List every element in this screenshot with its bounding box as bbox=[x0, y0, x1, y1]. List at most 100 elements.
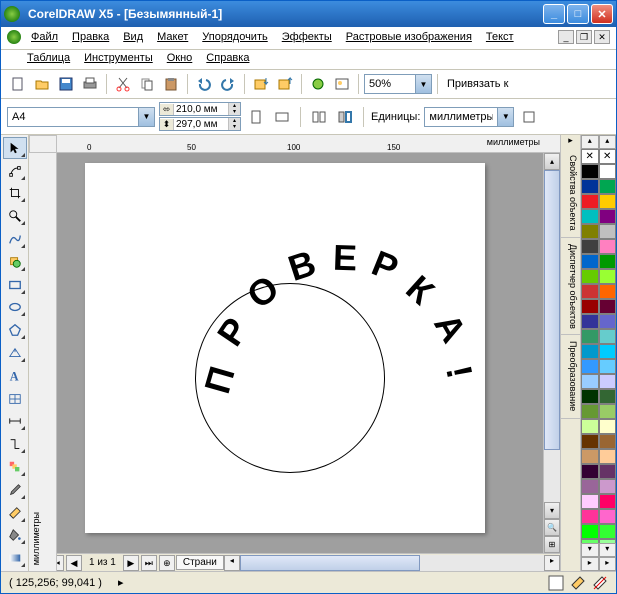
scroll-down-button[interactable]: ▾ bbox=[544, 502, 560, 519]
menu-window[interactable]: Окно bbox=[161, 50, 199, 66]
paper-combo[interactable]: ▼ bbox=[7, 107, 155, 127]
color-swatch[interactable] bbox=[599, 404, 617, 419]
blend-tool[interactable] bbox=[3, 456, 27, 478]
menu-file[interactable]: Файл bbox=[25, 29, 64, 45]
dimension-tool[interactable] bbox=[3, 411, 27, 433]
import-button[interactable] bbox=[250, 73, 272, 95]
scroll-thumb[interactable] bbox=[544, 170, 560, 450]
welcome-button[interactable] bbox=[331, 73, 353, 95]
navigator-button[interactable]: ⊞ bbox=[544, 536, 560, 553]
color-swatch[interactable] bbox=[581, 209, 599, 224]
color-swatch[interactable] bbox=[599, 449, 617, 464]
scroll-up-button[interactable]: ▴ bbox=[544, 153, 560, 170]
zoom-input[interactable] bbox=[365, 75, 415, 93]
landscape-button[interactable] bbox=[271, 106, 293, 128]
canvas-viewport[interactable]: П Р О В Е Р К А ! ▴ ▾ 🔍 bbox=[57, 153, 560, 553]
eyedropper-tool[interactable] bbox=[3, 479, 27, 501]
docker-transform[interactable]: Преобразование bbox=[561, 335, 580, 418]
color-swatch[interactable] bbox=[599, 464, 617, 479]
doc-minimize-button[interactable]: _ bbox=[558, 30, 574, 44]
color-swatch[interactable] bbox=[599, 299, 617, 314]
color-swatch[interactable] bbox=[599, 209, 617, 224]
app-launcher-button[interactable] bbox=[307, 73, 329, 95]
color-swatch[interactable] bbox=[599, 179, 617, 194]
portrait-button[interactable] bbox=[245, 106, 267, 128]
zoom-in-button[interactable]: 🔍 bbox=[544, 519, 560, 536]
current-page-button[interactable] bbox=[334, 106, 356, 128]
all-pages-button[interactable] bbox=[308, 106, 330, 128]
color-swatch[interactable] bbox=[581, 479, 599, 494]
doc-close-button[interactable]: ✕ bbox=[594, 30, 610, 44]
fill-tool[interactable] bbox=[3, 525, 27, 547]
smart-fill-tool[interactable] bbox=[3, 251, 27, 273]
shape-tool[interactable] bbox=[3, 160, 27, 182]
color-swatch[interactable] bbox=[581, 194, 599, 209]
color-swatch[interactable] bbox=[581, 329, 599, 344]
palette-flyout-button[interactable]: ▸ bbox=[581, 557, 599, 571]
color-swatch[interactable] bbox=[599, 434, 617, 449]
color-swatch[interactable] bbox=[599, 314, 617, 329]
vertical-ruler[interactable]: 300 250 200 миллиметры bbox=[29, 153, 57, 571]
color-swatch[interactable] bbox=[581, 494, 599, 509]
zoom-combo[interactable]: ▼ bbox=[364, 74, 432, 94]
menu-effects[interactable]: Эффекты bbox=[276, 29, 338, 45]
palette-flyout-button-2[interactable]: ▸ bbox=[599, 557, 617, 571]
color-swatch[interactable] bbox=[581, 269, 599, 284]
close-button[interactable]: ✕ bbox=[591, 4, 613, 24]
color-swatch[interactable] bbox=[599, 374, 617, 389]
color-swatch[interactable] bbox=[581, 524, 599, 539]
color-swatch[interactable] bbox=[581, 404, 599, 419]
text-tool[interactable]: A bbox=[3, 365, 27, 387]
color-swatch[interactable] bbox=[599, 194, 617, 209]
page[interactable]: П Р О В Е Р К А ! bbox=[85, 163, 485, 533]
color-swatch[interactable] bbox=[599, 479, 617, 494]
color-swatch[interactable] bbox=[581, 464, 599, 479]
menu-layout[interactable]: Макет bbox=[151, 29, 194, 45]
pick-tool[interactable] bbox=[3, 137, 27, 159]
polygon-tool[interactable] bbox=[3, 319, 27, 341]
color-swatch[interactable] bbox=[599, 494, 617, 509]
swatch-none-2[interactable] bbox=[599, 149, 617, 164]
color-swatch[interactable] bbox=[581, 299, 599, 314]
color-swatch[interactable] bbox=[599, 389, 617, 404]
color-swatch[interactable] bbox=[599, 164, 617, 179]
units-input[interactable] bbox=[425, 108, 497, 126]
color-swatch[interactable] bbox=[581, 509, 599, 524]
redo-button[interactable] bbox=[217, 73, 239, 95]
menu-bitmaps[interactable]: Растровые изображения bbox=[340, 29, 478, 45]
color-swatch[interactable] bbox=[581, 374, 599, 389]
table-tool[interactable] bbox=[3, 388, 27, 410]
menu-edit[interactable]: Правка bbox=[66, 29, 115, 45]
minimize-button[interactable]: _ bbox=[543, 4, 565, 24]
color-swatch[interactable] bbox=[581, 419, 599, 434]
maximize-button[interactable]: □ bbox=[567, 4, 589, 24]
color-swatch[interactable] bbox=[581, 389, 599, 404]
color-swatch[interactable] bbox=[599, 329, 617, 344]
paste-button[interactable] bbox=[160, 73, 182, 95]
color-swatch[interactable] bbox=[581, 254, 599, 269]
rectangle-tool[interactable] bbox=[3, 274, 27, 296]
copy-button[interactable] bbox=[136, 73, 158, 95]
docker-object-manager[interactable]: Диспетчер объектов bbox=[561, 238, 580, 336]
palette-up-button[interactable]: ▴ bbox=[581, 135, 599, 149]
color-swatch[interactable] bbox=[599, 344, 617, 359]
horizontal-scrollbar[interactable]: ◂ ▸ bbox=[224, 555, 560, 571]
connector-tool[interactable] bbox=[3, 433, 27, 455]
next-page-button[interactable]: ▶ bbox=[123, 555, 139, 571]
menu-text[interactable]: Текст bbox=[480, 29, 520, 45]
scroll-right-button[interactable]: ▸ bbox=[544, 555, 560, 571]
color-swatch[interactable] bbox=[581, 224, 599, 239]
export-button[interactable] bbox=[274, 73, 296, 95]
palette-down-button-2[interactable]: ▾ bbox=[599, 543, 617, 557]
open-button[interactable] bbox=[31, 73, 53, 95]
prev-page-button[interactable]: ◀ bbox=[66, 555, 82, 571]
color-swatch[interactable] bbox=[581, 239, 599, 254]
menu-view[interactable]: Вид bbox=[117, 29, 149, 45]
freehand-tool[interactable] bbox=[3, 228, 27, 250]
spin-down[interactable]: ▾ bbox=[228, 124, 240, 130]
zoom-dropdown-icon[interactable]: ▼ bbox=[415, 75, 431, 93]
ruler-corner[interactable] bbox=[29, 135, 57, 153]
color-swatch[interactable] bbox=[599, 359, 617, 374]
paper-dropdown-icon[interactable]: ▼ bbox=[138, 108, 154, 126]
spin-down[interactable]: ▾ bbox=[228, 109, 240, 115]
